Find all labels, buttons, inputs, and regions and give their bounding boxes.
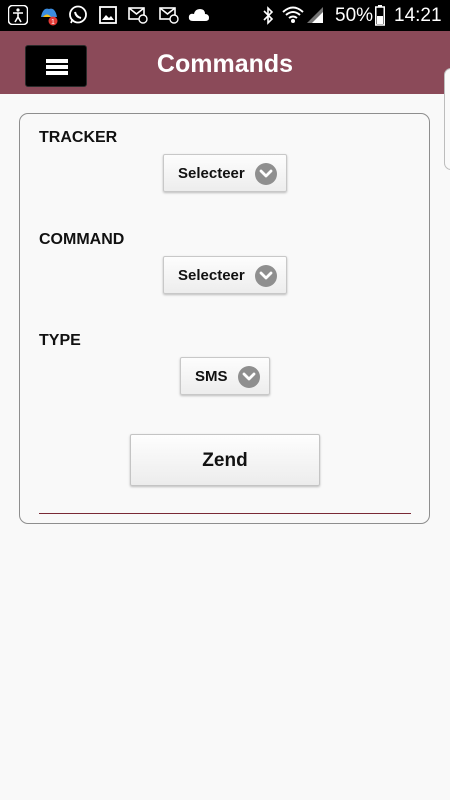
whatsapp-icon [68, 5, 88, 24]
type-select[interactable]: SMS [180, 357, 270, 395]
email-icon [159, 6, 179, 25]
type-label: TYPE [39, 332, 81, 349]
notification-app-icon: 1 [39, 5, 59, 26]
tracker-select-value: Selecteer [178, 164, 245, 182]
app-header: Commands [0, 31, 450, 94]
clock: 14:21 [394, 5, 442, 26]
chevron-down-icon [255, 265, 277, 287]
battery-percentage: 50% [335, 5, 374, 26]
accessibility-icon [7, 4, 29, 26]
chevron-down-icon [255, 163, 277, 185]
status-bar: 1 50% 14:21 [0, 0, 450, 31]
send-button[interactable]: Zend [130, 434, 320, 486]
command-select-value: Selecteer [178, 266, 245, 284]
cloud-icon [188, 8, 210, 27]
page-title: Commands [156, 50, 294, 78]
tracker-select[interactable]: Selecteer [163, 154, 287, 192]
command-select[interactable]: Selecteer [163, 256, 287, 294]
gallery-icon [99, 6, 117, 25]
svg-text:1: 1 [51, 19, 55, 26]
email-icon [128, 6, 148, 25]
battery-icon [375, 5, 385, 26]
wifi-icon [282, 5, 304, 24]
divider [39, 513, 411, 514]
signal-icon [306, 6, 324, 25]
tracker-label: TRACKER [39, 129, 118, 146]
bluetooth-icon [262, 6, 274, 25]
type-select-value: SMS [195, 367, 228, 385]
command-label: COMMAND [39, 231, 125, 248]
chevron-down-icon [238, 366, 260, 388]
side-panel-handle[interactable] [444, 68, 450, 170]
